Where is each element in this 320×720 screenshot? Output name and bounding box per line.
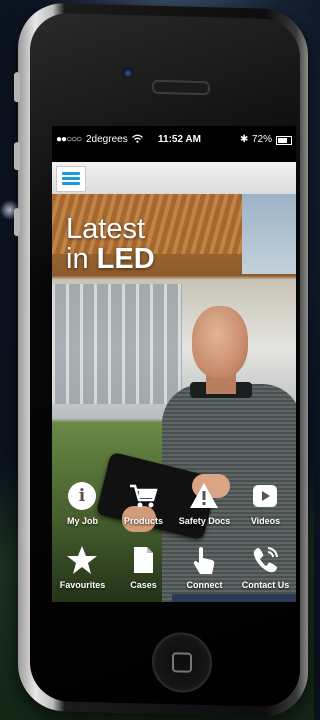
status-time: 11:52 AM — [158, 134, 201, 145]
headline-bold: LED — [96, 243, 155, 275]
headline-line1: Latest — [66, 213, 145, 245]
star-icon — [66, 544, 98, 576]
hero-headline: Latest in LED — [66, 214, 155, 274]
nav-connect[interactable]: Connect — [174, 538, 235, 602]
nav-label: My Job — [66, 516, 98, 526]
cart-icon — [127, 480, 159, 512]
nav-label: Contact Us — [241, 580, 290, 590]
nav-contact-us[interactable]: Contact Us — [235, 538, 296, 602]
home-square-icon — [172, 652, 192, 673]
battery-percent: 72% — [252, 134, 273, 145]
nav-cases[interactable]: Cases — [113, 538, 174, 602]
wifi-icon — [132, 134, 143, 146]
nav-label: Cases — [130, 580, 157, 590]
carrier-label: 2degrees — [86, 134, 128, 145]
nav-products[interactable]: Products — [113, 474, 174, 538]
nav-label: Favourites — [59, 580, 106, 590]
volume-down-button — [14, 208, 20, 237]
nav-videos[interactable]: Videos — [235, 474, 296, 538]
play-icon — [249, 480, 281, 512]
warning-icon — [188, 480, 220, 512]
battery-icon — [276, 136, 292, 145]
home-button[interactable] — [152, 631, 212, 694]
phone-icon — [249, 544, 281, 576]
app-screen: ●●○○○ 2degrees 11:52 AM ✱ 72% Latest in … — [52, 126, 296, 602]
front-camera — [122, 66, 134, 80]
sky — [242, 194, 296, 274]
nav-label: Safety Docs — [178, 516, 231, 526]
volume-up-button — [14, 142, 20, 171]
document-icon — [127, 544, 159, 576]
signal-dots-icon: ●●○○○ — [56, 134, 82, 145]
nav-my-job[interactable]: i My Job — [52, 474, 113, 538]
nav-safety-docs[interactable]: Safety Docs — [174, 474, 235, 538]
touch-icon — [188, 544, 220, 576]
nav-label: Connect — [186, 580, 223, 590]
nav-label: Videos — [250, 516, 281, 526]
app-header-bar — [52, 162, 296, 194]
earpiece-speaker — [152, 79, 210, 96]
nav-favourites[interactable]: Favourites — [52, 538, 113, 602]
main-nav-grid: i My Job Products Safety Docs Videos Fav… — [52, 474, 296, 602]
mute-switch — [14, 72, 20, 103]
info-icon: i — [66, 480, 98, 512]
hamburger-menu-button[interactable] — [56, 166, 86, 192]
bluetooth-icon: ✱ — [240, 134, 249, 145]
status-bar: ●●○○○ 2degrees 11:52 AM ✱ 72% — [52, 126, 296, 162]
headline-prefix: in — [66, 243, 89, 275]
nav-label: Products — [123, 516, 163, 526]
